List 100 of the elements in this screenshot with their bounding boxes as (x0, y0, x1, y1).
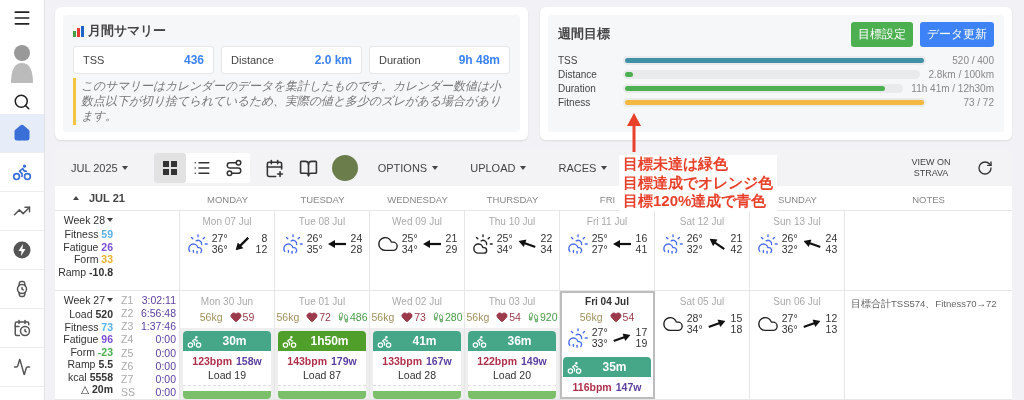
heart-rate-text: 133bpm (382, 355, 422, 367)
week-stat: Fitness 73 (64, 320, 113, 333)
heart-rate-text: 143bpm (287, 355, 327, 367)
day-cell[interactable]: Sun 06 Jul 27° 36° 12 13 (750, 291, 845, 399)
temperature-text: 27° (591, 244, 608, 255)
weight-text: 56kg (371, 311, 395, 323)
stat-label: TSS (83, 54, 105, 66)
list-icon (192, 159, 211, 177)
rain-cloud-icon (566, 327, 589, 349)
grid-icon (162, 161, 177, 175)
bike-icon (187, 333, 202, 349)
activity-card[interactable]: 30m 123bpm 158w Load 19 (183, 331, 271, 399)
date-text: Tue 01 Jul (297, 296, 347, 307)
temperature-text: 27° (591, 327, 608, 338)
load-text: Load 28 (373, 369, 461, 386)
wind-speed-text: 21 (730, 233, 743, 244)
week-label[interactable]: Week 28 (63, 214, 113, 226)
temperature-text: 32° (781, 244, 798, 255)
footprints-icon (337, 311, 349, 323)
week-stat: kcal 5558 (68, 370, 113, 383)
photo-placeholder[interactable] (331, 155, 358, 181)
week-label[interactable]: Week 27 (63, 294, 113, 306)
day-header: SUNDAY (778, 194, 817, 205)
day-cell[interactable]: Sat 05 Jul 28° 34° 15 18 (655, 291, 750, 399)
date-text: Fri 04 Jul (584, 296, 630, 307)
rain-cloud-icon (661, 233, 684, 255)
goal-reading: 11h 41m / 12h30m (911, 82, 994, 94)
month-button[interactable]: JUL 2025 (65, 161, 134, 175)
heart-rate-text: 122bpm (477, 355, 517, 367)
goals-title: 週間目標 (558, 26, 610, 43)
view-toggle[interactable] (153, 153, 186, 183)
zone-label: Z3 (121, 320, 135, 334)
temperature-text: 34° (496, 244, 513, 255)
temperature-text: 34° (686, 324, 703, 335)
activity-card[interactable]: 36m 122bpm 149w Load 20 (468, 331, 556, 399)
menu-button[interactable]: UPLOAD (464, 161, 533, 175)
temperature-text: 26° (686, 233, 703, 244)
week-heading: JUL 21 (89, 192, 125, 204)
temperature-text: 32° (686, 244, 703, 255)
load-text: Load 87 (278, 369, 366, 386)
temperature-text: 33° (591, 338, 608, 349)
zone-time: 6:56:48 (139, 307, 176, 321)
steps-text: 280 (444, 311, 463, 323)
weight-text: 56kg (276, 311, 300, 323)
heart-icon (229, 311, 242, 323)
day-cell[interactable]: Thu 10 Jul 25° 34° 22 34 (465, 211, 560, 290)
day-cell[interactable]: Tue 08 Jul 26° 35° 24 28 (275, 211, 370, 290)
day-header: TUESDAY (300, 194, 345, 205)
goal-label: Duration (558, 82, 597, 94)
wind-speed-text: 21 (445, 233, 458, 244)
weight-text: 56kg (199, 311, 223, 323)
date-text: Sat 05 Jul (678, 296, 726, 307)
load-text: Load 19 (183, 369, 271, 386)
menu-button[interactable]: OPTIONS (371, 161, 445, 175)
menu-button[interactable]: RACES (552, 161, 614, 175)
day-header: FRI (599, 194, 616, 205)
zone-time: 0:00 (154, 372, 176, 386)
week-stat: Ramp -10.8 (58, 265, 113, 278)
date-text: Wed 02 Jul (391, 296, 443, 307)
goal-button[interactable]: データ更新 (920, 22, 994, 47)
bar-chart-icon (73, 25, 84, 37)
heart-icon (401, 311, 414, 323)
day-cell[interactable]: Fri 04 Jul 56kg 54 27° 33° 17 19 35m 116bpm 147w (560, 291, 655, 399)
strava-link[interactable]: VIEW ON STRAVA (906, 156, 956, 180)
temperature-text: 35° (306, 244, 323, 255)
week-stat: Form -23 (70, 345, 113, 358)
power-text: 167w (426, 355, 452, 367)
week-stat: Load 520 (69, 308, 113, 321)
power-text: 147w (615, 381, 642, 393)
zone-label: Z7 (121, 372, 135, 386)
annotation-line: 目標120%達成で青色 (623, 192, 768, 211)
day-cell[interactable]: Wed 09 Jul 25° 34° 21 29 (370, 211, 465, 290)
temperature-text: 27° (781, 313, 798, 324)
summary-title: 月間サマリー (88, 22, 166, 40)
activity-card[interactable]: 1h50m 143bpm 179w Load 87 (278, 331, 366, 399)
activity-card[interactable]: 41m 133bpm 167w Load 28 (373, 331, 461, 399)
date-text: Tue 08 Jul (297, 216, 347, 227)
temperature-text: 36° (781, 324, 798, 335)
date-text: Mon 30 Jun (199, 296, 255, 307)
footprints-icon (527, 311, 539, 323)
day-cell[interactable]: Mon 07 Jul 27° 36° 8 12 (180, 211, 275, 290)
wind-speed-text: 19 (635, 338, 648, 349)
zone-time: 0:00 (154, 359, 176, 373)
wind-speed-text: 41 (635, 244, 648, 255)
date-text: Sun 06 Jul (772, 296, 822, 307)
rain-cloud-icon (281, 233, 304, 255)
zone-time: 3:02:11 (140, 294, 176, 308)
stat-label: Distance (231, 54, 274, 66)
week-stat: △ 20m (81, 383, 113, 396)
date-text: Thu 10 Jul (487, 216, 537, 227)
rain-cloud-icon (566, 233, 589, 255)
wind-speed-text: 29 (445, 244, 458, 255)
wind-speed-text: 34 (540, 244, 553, 255)
resting-hr-text: 73 (414, 311, 426, 323)
caret-icon (432, 166, 439, 170)
temperature-text: 36° (211, 244, 228, 255)
heart-icon (306, 311, 319, 323)
stat-value: 2.0 km (314, 53, 352, 67)
wind-speed-text: 8 (261, 233, 268, 244)
resting-hr-text: 59 (242, 311, 255, 323)
